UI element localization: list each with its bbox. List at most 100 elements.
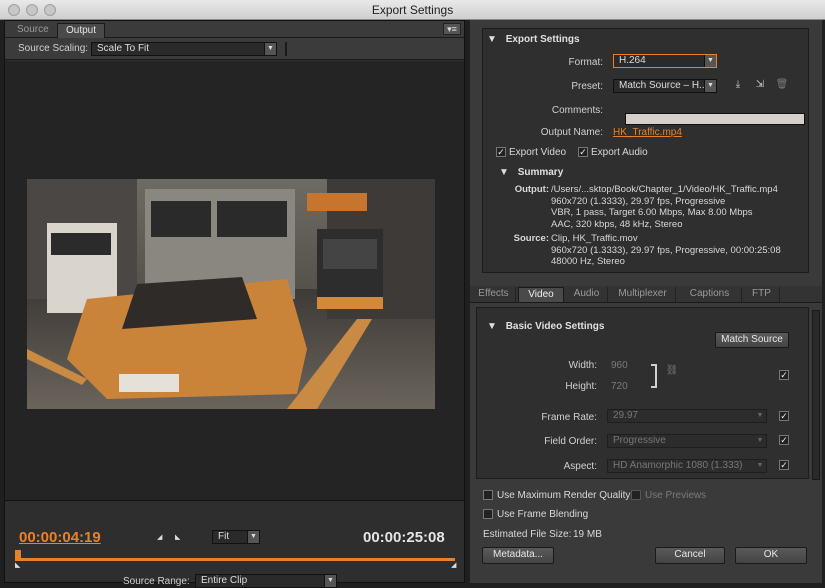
window-title: Export Settings [371,3,454,17]
export-audio-label: Export Audio [591,147,648,158]
summary-output-label: Output: [514,184,549,195]
source-range-dropdown[interactable]: Entire Clip ▼ [195,574,337,588]
tab-video[interactable]: Video [518,287,564,302]
export-video-label: Export Video [509,147,567,158]
summary-output-path: /Users/...sktop/Book/Chapter_1/Video/HK_… [551,184,778,195]
set-in-point-icon[interactable]: ◢ [157,533,162,541]
height-label: Height: [565,381,597,392]
summary-source-clip: Clip, HK_Traffic.mov [551,233,638,244]
duration: 00:00:25:08 [363,529,445,546]
aspect-value: HD Anamorphic 1080 (1.333) [613,460,743,471]
chevron-down-icon: ▼ [264,43,276,55]
out-point-marker-icon[interactable]: ◢ [451,561,456,569]
aspect-match-checkbox[interactable]: ✓ [779,460,789,470]
timeline-controls: 00:00:04:19 ◢ ◣ Fit ▼ 00:00:25:08 ◢ ◣ So… [5,503,464,588]
chevron-down-icon: ▼ [704,80,716,92]
tab-output[interactable]: Output [57,23,106,38]
close-window-icon[interactable] [8,4,20,16]
comments-input[interactable] [625,113,805,125]
field-order-match-checkbox[interactable]: ✓ [779,435,789,445]
summary-source-label: Source: [513,233,549,244]
preset-value: Match Source – H... [619,80,708,91]
chevron-down-icon: ▼ [324,575,336,587]
format-value: H.264 [619,55,646,66]
preset-dropdown[interactable]: Match Source – H... ▼ [613,79,717,93]
output-name-label: Output Name: [540,127,603,138]
frame-blending-checkbox[interactable] [483,509,493,519]
max-render-quality-checkbox[interactable] [483,490,493,500]
video-frame [27,179,435,409]
frame-rate-value: 29.97 [613,410,639,421]
chevron-down-icon: ▼ [756,412,764,419]
video-frame-image [27,179,435,409]
match-source-button[interactable]: Match Source [715,332,789,348]
width-height-match-checkbox[interactable]: ✓ [779,370,789,380]
comments-label: Comments: [551,105,603,116]
timeline-track[interactable] [15,558,455,561]
in-point-marker-icon[interactable]: ◣ [15,561,20,569]
export-settings-heading: Export Settings [505,34,580,45]
delete-preset-icon[interactable]: 🗑 [775,79,789,91]
export-audio-checkbox[interactable]: ✓ [578,147,588,157]
disclosure-triangle-icon: ▼ [487,321,497,332]
summary-heading: Summary [517,167,564,178]
settings-tabs: Effects Video Audio Multiplexer Captions… [470,286,822,303]
tab-multiplexer[interactable]: Multiplexer [610,287,676,302]
tab-captions[interactable]: Captions [678,287,742,302]
summary-output-bitrate: VBR, 1 pass, Target 6.00 Mbps, Max 8.00 … [551,207,753,218]
minimize-window-icon[interactable] [26,4,38,16]
export-video-checkbox[interactable]: ✓ [496,147,506,157]
summary-source-video: 960x720 (1.3333), 29.97 fps, Progressive… [551,244,781,256]
preset-label: Preset: [571,81,603,92]
format-dropdown[interactable]: H.264 ▼ [613,54,717,68]
source-scaling-value: Scale To Fit [97,43,150,54]
current-time[interactable]: 00:00:04:19 [19,529,101,546]
divider [285,42,287,56]
estimated-file-size-value: 19 MB [573,529,602,540]
summary-source-audio: 48000 Hz, Stereo [551,256,625,267]
source-range-value: Entire Clip [201,575,248,586]
tab-ftp[interactable]: FTP [744,287,780,302]
aspect-dropdown[interactable]: HD Anamorphic 1080 (1.333) ▼ [607,459,767,473]
summary-output-details: /Users/...sktop/Book/Chapter_1/Video/HK_… [551,184,778,230]
playhead[interactable] [15,550,21,558]
field-order-label: Field Order: [544,436,597,447]
zoom-value: Fit [218,531,230,542]
chain-link-icon[interactable]: ⛓ [665,365,679,377]
settings-scrollbar[interactable] [812,310,820,480]
zoom-dropdown[interactable]: Fit ▼ [212,530,260,544]
disclosure-triangle-icon: ▼ [499,167,509,178]
tab-effects[interactable]: Effects [472,287,516,302]
format-label: Format: [568,57,603,68]
frame-rate-match-checkbox[interactable]: ✓ [779,411,789,421]
window-title-bar: Export Settings [0,0,825,20]
source-scaling-dropdown[interactable]: Scale To Fit ▼ [91,42,277,56]
set-out-point-icon[interactable]: ◣ [175,533,180,541]
panel-menu-icon[interactable]: ▾≡ [443,23,461,35]
constrain-bracket [651,364,657,388]
field-order-dropdown[interactable]: Progressive ▼ [607,434,767,448]
output-name-link[interactable]: HK_Traffic.mp4 [613,127,682,138]
metadata-button[interactable]: Metadata... [482,547,554,564]
height-value[interactable]: 720 [611,381,628,392]
basic-video-settings-toggle[interactable]: ▼ Basic Video Settings [487,321,604,332]
save-preset-icon[interactable]: ⤓ [731,79,745,91]
chevron-down-icon: ▼ [756,462,764,469]
max-render-quality-label: Use Maximum Render Quality [497,490,631,501]
export-settings-toggle[interactable]: ▼ Export Settings [487,34,580,45]
frame-rate-dropdown[interactable]: 29.97 ▼ [607,409,767,423]
width-label: Width: [568,360,597,371]
estimated-file-size-label: Estimated File Size: [483,529,572,540]
summary-toggle[interactable]: ▼ Summary [499,167,563,178]
source-scaling-bar: Source Scaling: Scale To Fit ▼ [5,38,464,60]
zoom-window-icon[interactable] [44,4,56,16]
width-value[interactable]: 960 [611,360,628,371]
tab-audio[interactable]: Audio [566,287,608,302]
tab-source[interactable]: Source [9,23,57,38]
summary-output-audio: AAC, 320 kbps, 48 kHz, Stereo [551,218,683,230]
import-preset-icon[interactable]: ⇲ [753,79,767,91]
use-previews-checkbox[interactable] [631,490,641,500]
basic-video-settings-heading: Basic Video Settings [505,321,605,332]
ok-button[interactable]: OK [735,547,807,564]
cancel-button[interactable]: Cancel [655,547,725,564]
